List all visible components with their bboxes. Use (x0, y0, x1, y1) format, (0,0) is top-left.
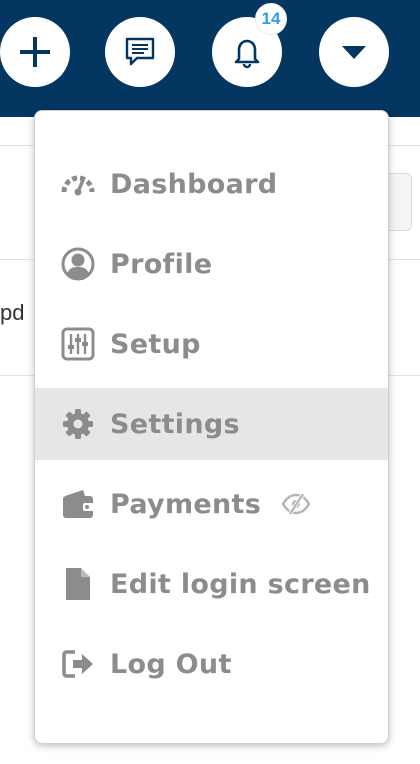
menu-item-payments[interactable]: Payments (35, 468, 388, 540)
bell-icon (234, 39, 260, 69)
menu-item-label: Dashboard (110, 168, 278, 200)
menu-item-label: Edit login screen (110, 568, 371, 600)
notification-count-badge: 14 (255, 3, 287, 35)
wallet-icon (61, 487, 95, 521)
speedometer-icon (61, 167, 95, 201)
background-text: pd (0, 300, 25, 325)
caret-down-icon (342, 46, 366, 59)
menu-item-label: Profile (110, 248, 213, 280)
chat-icon (125, 37, 155, 66)
messages-button[interactable] (105, 17, 175, 87)
page: pd 14 Dashboard Profile Setup Settings P… (0, 0, 420, 764)
gear-icon (61, 407, 95, 441)
menu-item-log-out[interactable]: Log Out (35, 628, 388, 700)
eye-slash-icon[interactable] (281, 492, 311, 516)
menu-item-label: Payments (110, 488, 262, 520)
add-button[interactable] (0, 17, 70, 87)
sliders-icon (61, 327, 95, 361)
menu-item-dashboard[interactable]: Dashboard (35, 148, 388, 220)
user-circle-icon (61, 247, 95, 281)
top-navigation-bar: 14 (0, 0, 420, 117)
menu-item-profile[interactable]: Profile (35, 228, 388, 300)
account-dropdown-menu: Dashboard Profile Setup Settings Payment… (34, 110, 389, 744)
sign-out-icon (61, 647, 95, 681)
account-menu-button[interactable] (319, 17, 389, 87)
menu-item-label: Settings (110, 408, 240, 440)
menu-item-label: Setup (110, 328, 201, 360)
menu-item-settings[interactable]: Settings (35, 388, 388, 460)
document-icon (61, 567, 95, 601)
plus-icon (20, 37, 50, 67)
menu-item-label: Log Out (110, 648, 232, 680)
menu-item-setup[interactable]: Setup (35, 308, 388, 380)
menu-item-edit-login-screen[interactable]: Edit login screen (35, 548, 388, 620)
